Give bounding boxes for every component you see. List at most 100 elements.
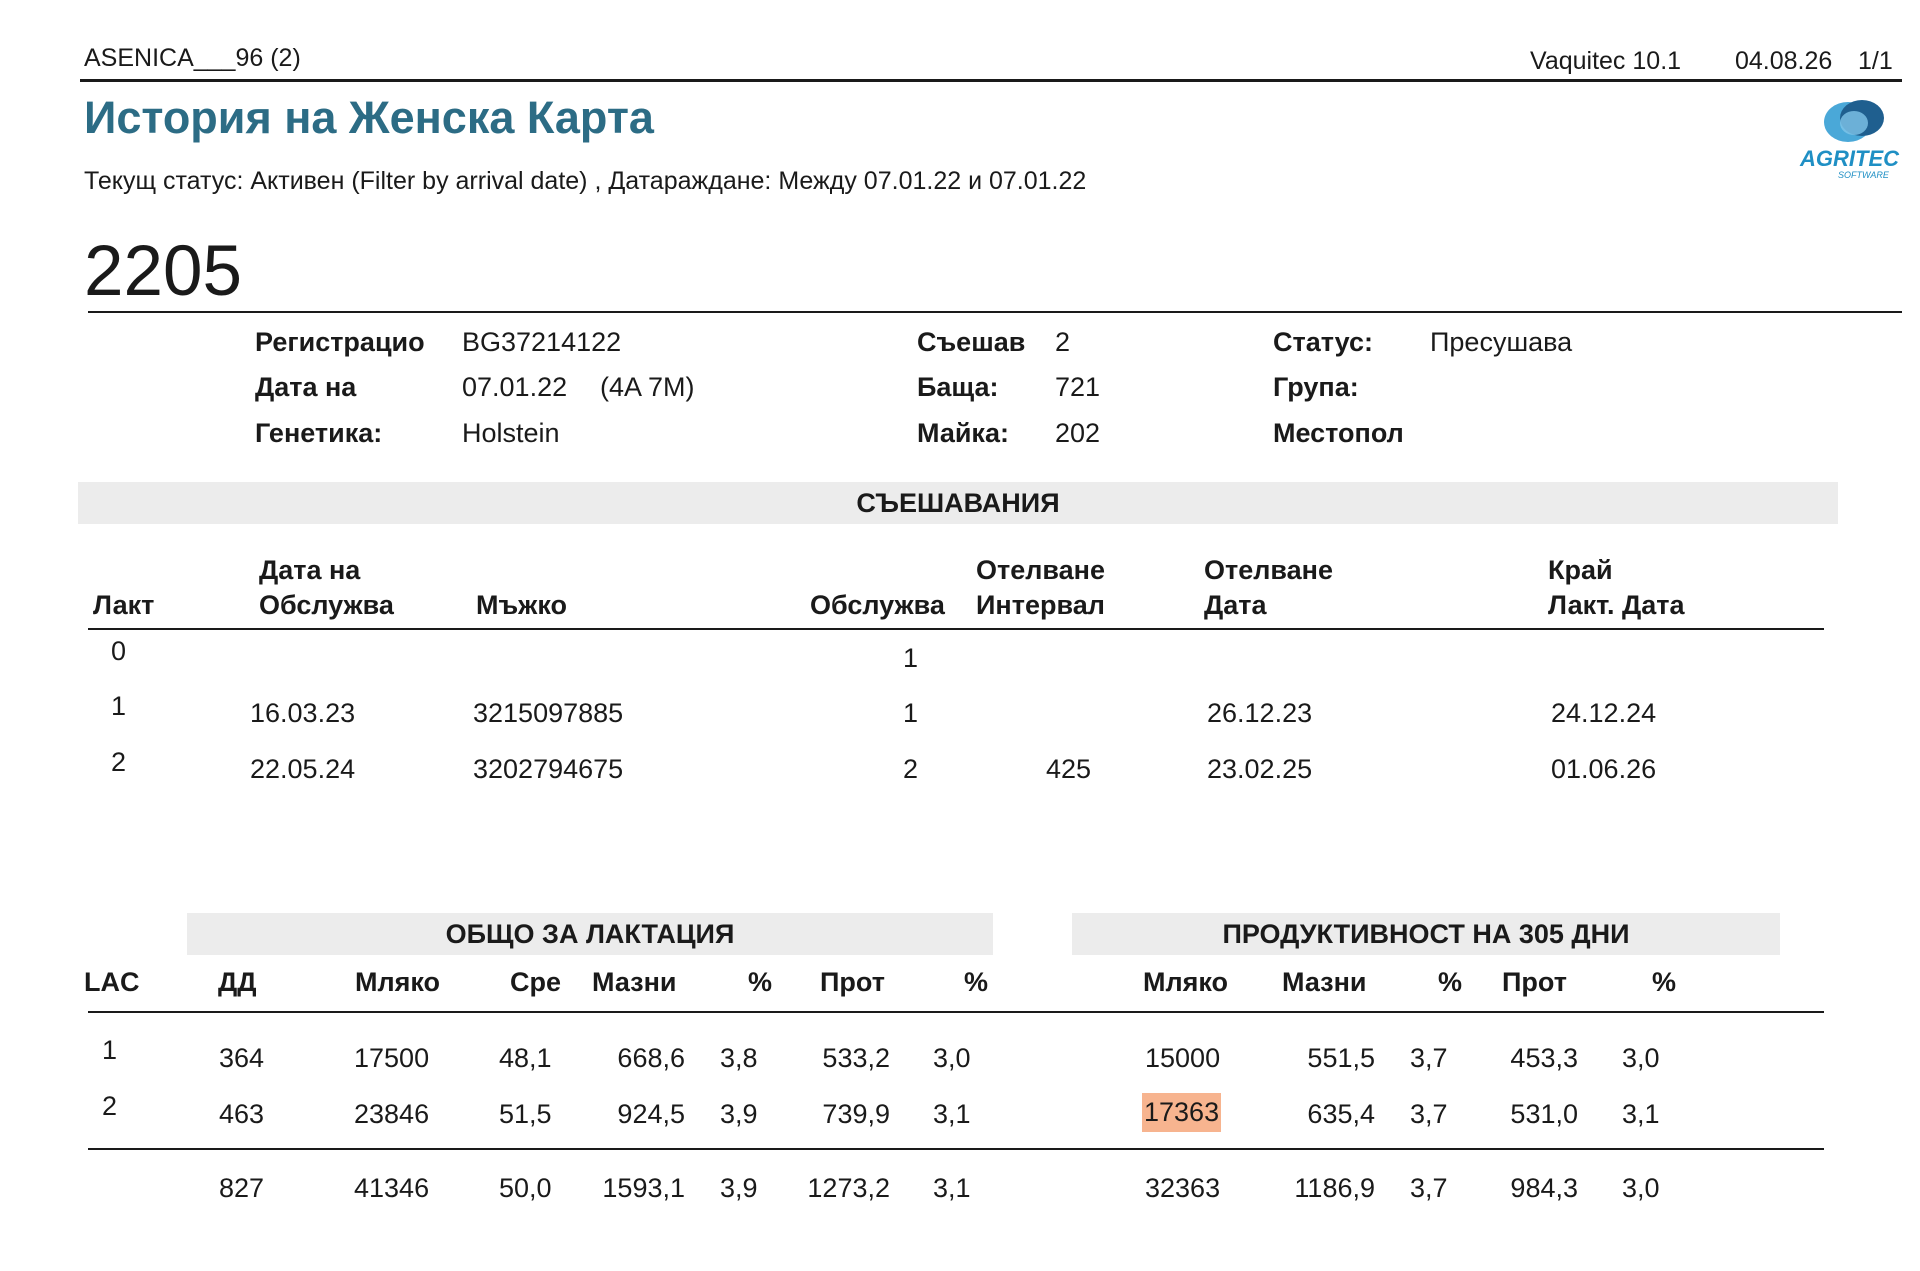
col-prot-pct: % [964,967,989,997]
calving-date-cell: 26.12.23 [1207,698,1313,728]
birth-date-value: 07.01.22 [462,372,568,402]
file-name: ASENICA___96 (2) [84,44,301,72]
fat-pct-cell: 3,8 [720,1043,758,1073]
fat-pct-cell: 3,9 [720,1099,758,1129]
animal-id: 2205 [84,232,242,311]
lac-cell: 1 [102,1035,118,1065]
end-date-cell: 01.06.26 [1551,754,1657,784]
total-p305-prot-cell: 984,3 [1510,1173,1578,1203]
matings-value: 2 [1055,327,1071,357]
col-305-prot: Прот [1502,967,1567,997]
total-lactation-title: ОБЩО ЗА ЛАКТАЦИЯ [445,919,735,949]
p305-fat-pct-cell: 3,7 [1410,1043,1448,1073]
col-male: Мъжко [476,590,567,620]
logo-text: AGRITEC [1800,146,1899,171]
p305-milk-cell: 15000 [1145,1043,1221,1073]
col-lac: LAC [84,967,140,997]
status-label: Статус: [1273,327,1373,357]
genetics-value: Holstein [462,418,560,448]
logo-subtext: SOFTWARE [1838,170,1889,180]
total-milk-cell: 41346 [354,1173,430,1203]
mother-value: 202 [1055,418,1101,448]
matings-header-divider [88,628,1824,630]
page-number: 1/1 [1858,47,1893,75]
total-avg-cell: 50,0 [499,1173,552,1203]
col-end-lact-line2: Лакт. Дата [1548,590,1685,620]
father-label: Баща: [917,372,999,402]
service-date-cell: 22.05.24 [250,754,356,784]
col-305-fat: Мазни [1282,967,1367,997]
col-prot: Прот [820,967,885,997]
p305-prot-cell: 453,3 [1510,1043,1578,1073]
total-fat-cell: 1593,1 [602,1173,685,1203]
lact-cell: 1 [111,691,127,721]
end-date-cell: 24.12.24 [1551,698,1657,728]
total-p305-fat-pct-cell: 3,7 [1410,1173,1448,1203]
service-date-cell: 16.03.23 [250,698,356,728]
total-fat-pct-cell: 3,9 [720,1173,758,1203]
interval-cell: 425 [1046,754,1092,784]
fat-cell: 924,5 [617,1099,685,1129]
registration-label: Регистрацио [255,327,425,357]
col-305-milk: Мляко [1143,967,1229,997]
col-service-date-line2: Обслужва [259,590,394,620]
col-lact: Лакт [93,590,155,620]
page-title: История на Женска Карта [84,92,654,143]
col-end-lact-line1: Край [1548,555,1613,585]
total-prot-pct-cell: 3,1 [933,1173,971,1203]
header-divider [80,79,1902,82]
col-fat-pct: % [748,967,773,997]
status-value: Пресушава [1430,327,1573,357]
milk-cell: 17500 [354,1043,430,1073]
dd-cell: 364 [219,1043,265,1073]
production-305-title: ПРОДУКТИВНОСТ НА 305 ДНИ [1222,919,1630,949]
totals-divider [88,1148,1824,1150]
service-cell: 1 [903,698,919,728]
lact-cell: 0 [111,636,127,666]
p305-prot-cell: 531,0 [1510,1099,1578,1129]
total-p305-prot-pct-cell: 3,0 [1622,1173,1660,1203]
agritec-logo: AGRITEC SOFTWARE [1798,96,1904,186]
col-avg: Сре [510,967,562,997]
total-p305-fat-cell: 1186,9 [1294,1173,1375,1203]
fat-cell: 668,6 [617,1043,685,1073]
col-305-prot-pct: % [1652,967,1677,997]
matings-label: Съешав [917,327,1026,357]
report-date: 04.08.26 [1735,47,1833,75]
prot-pct-cell: 3,0 [933,1043,971,1073]
genetics-label: Генетика: [255,418,383,448]
total-prot-cell: 1273,2 [807,1173,890,1203]
birth-date-label: Дата на [255,372,357,402]
col-calving-date-line2: Дата [1204,590,1267,620]
service-cell: 1 [903,643,919,673]
calving-date-cell: 23.02.25 [1207,754,1313,784]
p305-prot-pct-cell: 3,0 [1622,1043,1660,1073]
service-cell: 2 [903,754,919,784]
production-header-divider [88,1011,1824,1013]
total-dd-cell: 827 [219,1173,265,1203]
group-label: Група: [1273,372,1359,402]
matings-section-title: СЪЕШАВАНИЯ [856,488,1060,518]
col-calving-date-line1: Отелване [1204,555,1333,585]
dd-cell: 463 [219,1099,265,1129]
col-dd: ДД [218,967,257,997]
avg-cell: 51,5 [499,1099,552,1129]
male-cell: 3202794675 [473,754,624,784]
age-value: (4A 7M) [600,372,695,402]
p305-prot-pct-cell: 3,1 [1622,1099,1660,1129]
total-p305-milk-cell: 32363 [1145,1173,1221,1203]
mother-label: Майка: [917,418,1009,448]
location-label: Местопол [1273,418,1404,448]
prot-cell: 533,2 [822,1043,890,1073]
col-service: Обслужва [810,590,945,620]
col-fat: Мазни [592,967,677,997]
prot-pct-cell: 3,1 [933,1099,971,1129]
p305-fat-cell: 551,5 [1307,1043,1375,1073]
col-305-fat-pct: % [1438,967,1463,997]
software-version: Vaquitec 10.1 [1530,47,1682,75]
milk-cell: 23846 [354,1099,430,1129]
col-service-date-line1: Дата на [259,555,361,585]
p305-fat-pct-cell: 3,7 [1410,1099,1448,1129]
p305-fat-cell: 635,4 [1307,1099,1375,1129]
col-calving-interval-line1: Отелване [976,555,1105,585]
